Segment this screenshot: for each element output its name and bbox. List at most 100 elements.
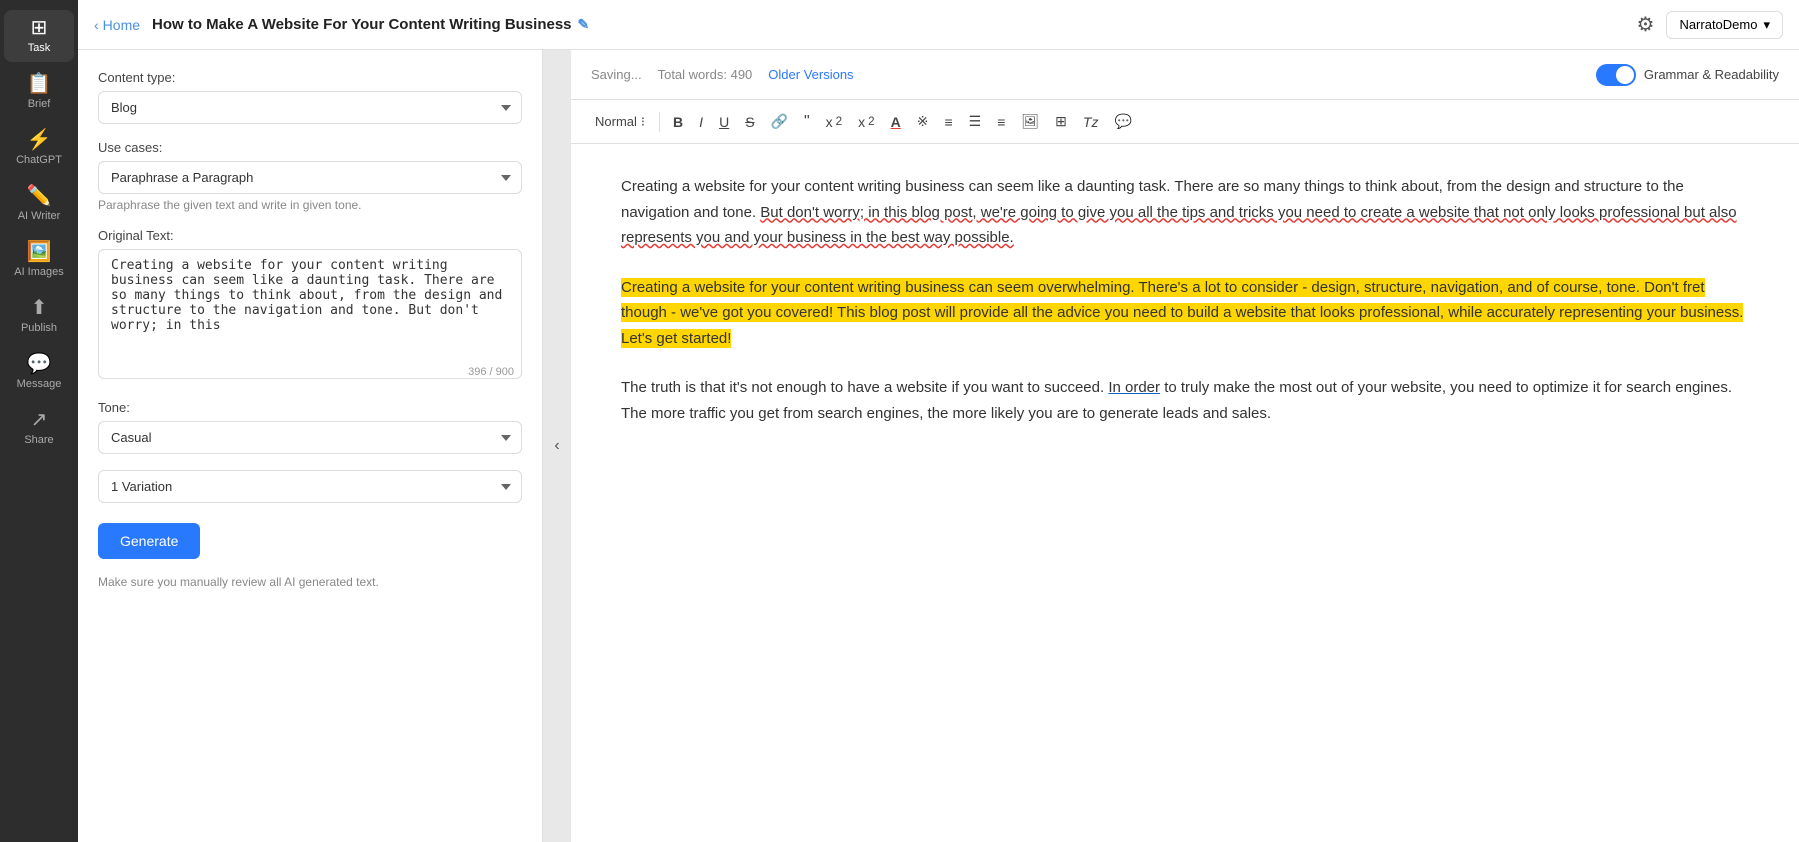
sidebar-item-chatgpt-label: ChatGPT bbox=[16, 154, 62, 166]
toolbar-separator-1 bbox=[659, 112, 660, 132]
generate-button[interactable]: Generate bbox=[98, 523, 200, 559]
variation-select[interactable]: 1 Variation 2 Variations 3 Variations bbox=[98, 470, 522, 503]
p1-text-underlined: But don't worry; in this blog post, we'r… bbox=[621, 204, 1737, 247]
grammar-label: Grammar & Readability bbox=[1644, 67, 1779, 82]
original-text-group: Original Text: Creating a website for yo… bbox=[98, 228, 522, 384]
special-chars-button[interactable]: ※ bbox=[910, 108, 936, 135]
original-text-label: Original Text: bbox=[98, 228, 522, 243]
saving-status: Saving... bbox=[591, 67, 642, 82]
use-cases-select[interactable]: Paraphrase a Paragraph Summarize Expand … bbox=[98, 161, 522, 194]
table-button[interactable]: ⊞ bbox=[1048, 108, 1074, 135]
toolbar: Normal ⁝ B I U S 🔗 " x2 x2 A ※ ≡ ☰ ≡ 🖼 ⊞… bbox=[571, 100, 1799, 144]
sidebar-item-message[interactable]: 💬 Message bbox=[4, 346, 74, 398]
user-dropdown[interactable]: NarratoDemo ▾ bbox=[1666, 11, 1783, 39]
content-area: Content type: Blog Article Social Media … bbox=[78, 50, 1799, 842]
sidebar-item-ai-writer-label: AI Writer bbox=[18, 210, 61, 222]
ai-images-icon: 🖼️ bbox=[27, 242, 52, 262]
original-text-wrap: Creating a website for your content writ… bbox=[98, 249, 522, 384]
underline-button[interactable]: U bbox=[712, 109, 736, 135]
older-versions-link[interactable]: Older Versions bbox=[768, 67, 853, 82]
use-cases-label: Use cases: bbox=[98, 140, 522, 155]
unordered-list-button[interactable]: ☰ bbox=[962, 108, 989, 135]
sidebar-item-ai-images-label: AI Images bbox=[14, 266, 64, 278]
main-area: ‹ Home How to Make A Website For Your Co… bbox=[78, 0, 1799, 842]
superscript-button[interactable]: x2 bbox=[851, 109, 881, 135]
editor-area: Saving... Total words: 490 Older Version… bbox=[571, 50, 1799, 842]
quote-button[interactable]: " bbox=[797, 108, 817, 136]
collapse-panel-button[interactable]: ‹ bbox=[543, 50, 571, 842]
edit-icon[interactable]: ✎ bbox=[578, 16, 590, 33]
publish-icon: ⬆ bbox=[31, 298, 48, 318]
collapse-arrow-icon: ‹ bbox=[554, 437, 559, 455]
use-cases-group: Use cases: Paraphrase a Paragraph Summar… bbox=[98, 140, 522, 212]
word-count-label: Total words: bbox=[658, 67, 727, 82]
sidebar-item-chatgpt[interactable]: ⚡ ChatGPT bbox=[4, 122, 74, 174]
back-label: Home bbox=[103, 17, 140, 33]
grammar-toggle-group: Grammar & Readability bbox=[1596, 64, 1779, 86]
sidebar-item-publish-label: Publish bbox=[21, 322, 57, 334]
tone-label: Tone: bbox=[98, 400, 522, 415]
editor-content[interactable]: Creating a website for your content writ… bbox=[571, 144, 1799, 842]
clear-format-button[interactable]: Tz bbox=[1076, 109, 1106, 135]
settings-button[interactable]: ⚙ bbox=[1637, 12, 1655, 37]
chatgpt-icon: ⚡ bbox=[27, 130, 52, 150]
image-button[interactable]: 🖼 bbox=[1014, 108, 1046, 135]
sidebar-item-brief[interactable]: 📋 Brief bbox=[4, 66, 74, 118]
char-count: 396 / 900 bbox=[468, 366, 514, 378]
dropdown-chevron-icon: ▾ bbox=[1763, 17, 1770, 33]
tone-select[interactable]: Casual Formal Friendly Professional bbox=[98, 421, 522, 454]
paragraph-2-highlighted: Creating a website for your content writ… bbox=[621, 275, 1749, 352]
p3-text-underlined: In order bbox=[1108, 379, 1160, 396]
sidebar-item-share-label: Share bbox=[24, 434, 53, 446]
content-type-label: Content type: bbox=[98, 70, 522, 85]
word-count-value: 490 bbox=[731, 67, 753, 82]
sidebar-item-ai-images[interactable]: 🖼️ AI Images bbox=[4, 234, 74, 286]
ordered-list-button[interactable]: ≡ bbox=[937, 109, 959, 135]
sidebar-item-task-label: Task bbox=[28, 42, 51, 54]
topbar: ‹ Home How to Make A Website For Your Co… bbox=[78, 0, 1799, 50]
italic-button[interactable]: I bbox=[692, 109, 710, 135]
disclaimer-text: Make sure you manually review all AI gen… bbox=[98, 575, 522, 589]
comment-button[interactable]: 💬 bbox=[1107, 108, 1138, 135]
title-text: How to Make A Website For Your Content W… bbox=[152, 16, 571, 33]
link-button[interactable]: 🔗 bbox=[764, 108, 795, 135]
content-type-group: Content type: Blog Article Social Media … bbox=[98, 70, 522, 124]
chevron-left-icon: ‹ bbox=[94, 17, 99, 33]
content-type-select[interactable]: Blog Article Social Media Email bbox=[98, 91, 522, 124]
text-style-selector[interactable]: Normal ⁝ bbox=[587, 109, 653, 135]
back-button[interactable]: ‹ Home bbox=[94, 17, 140, 33]
paragraph-1: Creating a website for your content writ… bbox=[621, 174, 1749, 251]
sidebar-item-brief-label: Brief bbox=[28, 98, 51, 110]
share-icon: ↗ bbox=[31, 410, 48, 430]
message-icon: 💬 bbox=[27, 354, 52, 374]
task-icon: ⊞ bbox=[31, 18, 48, 38]
editor-topbar: Saving... Total words: 490 Older Version… bbox=[571, 50, 1799, 100]
sidebar-item-publish[interactable]: ⬆ Publish bbox=[4, 290, 74, 342]
style-divider-icon: ⁝ bbox=[641, 114, 645, 130]
strikethrough-button[interactable]: S bbox=[738, 109, 761, 135]
ai-writer-icon: ✏️ bbox=[27, 186, 52, 206]
sidebar-item-share[interactable]: ↗ Share bbox=[4, 402, 74, 454]
page-title: How to Make A Website For Your Content W… bbox=[152, 16, 1624, 33]
paragraph-3: The truth is that it's not enough to hav… bbox=[621, 375, 1749, 426]
sidebar-item-task[interactable]: ⊞ Task bbox=[4, 10, 74, 62]
text-style-label: Normal bbox=[595, 114, 637, 129]
use-cases-hint: Paraphrase the given text and write in g… bbox=[98, 198, 522, 212]
grammar-toggle[interactable] bbox=[1596, 64, 1636, 86]
subscript-button[interactable]: x2 bbox=[819, 109, 849, 135]
sidebar-item-ai-writer[interactable]: ✏️ AI Writer bbox=[4, 178, 74, 230]
brief-icon: 📋 bbox=[27, 74, 52, 94]
align-button[interactable]: ≡ bbox=[990, 109, 1012, 135]
variation-group: 1 Variation 2 Variations 3 Variations bbox=[98, 470, 522, 503]
bold-button[interactable]: B bbox=[666, 109, 690, 135]
left-panel: Content type: Blog Article Social Media … bbox=[78, 50, 543, 842]
word-count: Total words: 490 bbox=[658, 67, 753, 82]
color-button[interactable]: A bbox=[884, 109, 908, 135]
user-label: NarratoDemo bbox=[1679, 17, 1757, 32]
sidebar-item-message-label: Message bbox=[17, 378, 62, 390]
sidebar: ⊞ Task 📋 Brief ⚡ ChatGPT ✏️ AI Writer 🖼️… bbox=[0, 0, 78, 842]
topbar-right: ⚙ NarratoDemo ▾ bbox=[1637, 11, 1784, 39]
original-text-input[interactable]: Creating a website for your content writ… bbox=[98, 249, 522, 379]
p2-highlighted-text: Creating a website for your content writ… bbox=[621, 278, 1743, 348]
tone-group: Tone: Casual Formal Friendly Professiona… bbox=[98, 400, 522, 454]
